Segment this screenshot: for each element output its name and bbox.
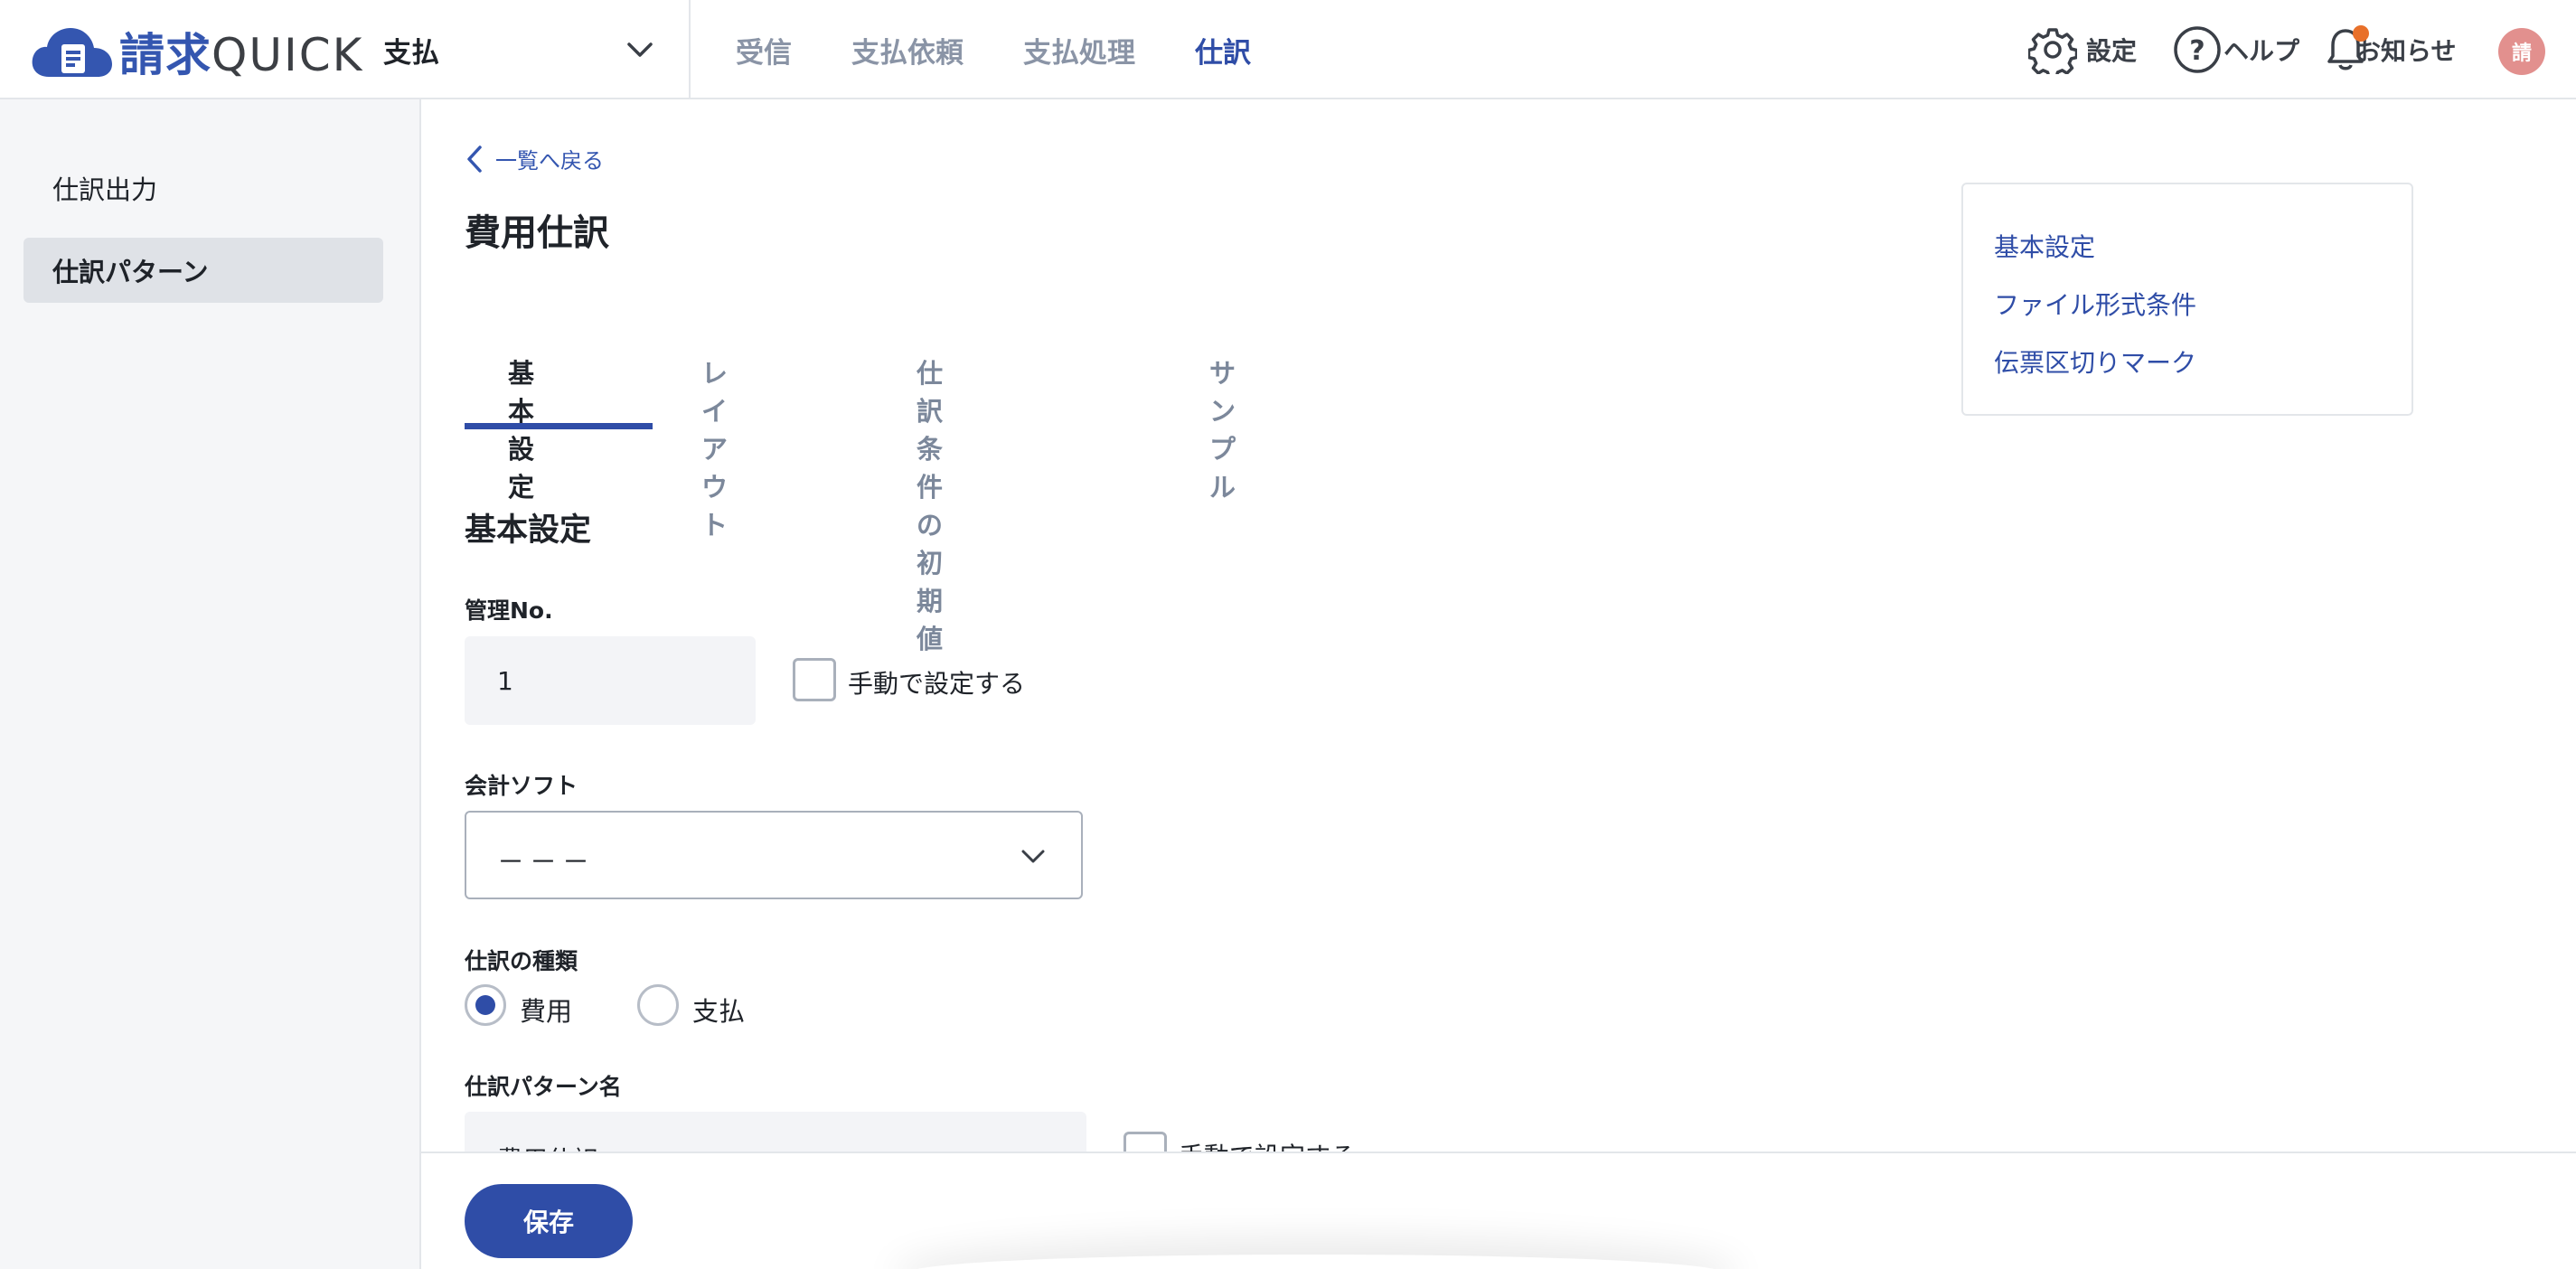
help-label: ヘルプ: [2223, 36, 2300, 66]
nav-item-journal[interactable]: 仕訳: [1195, 30, 1251, 70]
toc-item-slip-separator[interactable]: 伝票区切りマーク: [1994, 343, 2196, 380]
section-title: 基本設定: [465, 512, 592, 549]
notifications-link[interactable]: お知らせ: [2327, 0, 2456, 99]
management-no-input[interactable]: [465, 636, 756, 725]
sidebar: 仕訳出力 仕訳パターン: [0, 99, 421, 1269]
chevron-down-icon: [1021, 850, 1045, 863]
management-no-manual-label: 手動で設定する: [848, 669, 1026, 699]
account-switcher[interactable]: 支払: [383, 0, 691, 99]
notification-dot: [2353, 25, 2369, 42]
nav-item-received[interactable]: 受信: [736, 30, 792, 70]
tab-sample[interactable]: サンプル: [1209, 343, 1236, 503]
chevron-left-icon: [467, 145, 482, 173]
toc-item-basic-settings[interactable]: 基本設定: [1994, 228, 2095, 264]
active-tab-indicator: [465, 423, 653, 429]
nav-item-payment-request[interactable]: 支払依頼: [851, 30, 964, 70]
journal-type-radio-expense[interactable]: [465, 984, 506, 1026]
management-no-label: 管理No.: [465, 597, 553, 624]
sidebar-item-journal-output[interactable]: 仕訳出力: [24, 155, 383, 221]
help-circle-icon: ?: [2174, 26, 2221, 73]
top-header: 請求 QUICK 支払 受信 支払依頼 支払処理 仕訳 設定 ? ヘルプ お知ら…: [0, 0, 2576, 99]
app-logo[interactable]: 請求 QUICK: [29, 20, 363, 83]
journal-type-option-payment: 支払: [692, 996, 746, 1027]
sidebar-item-journal-pattern[interactable]: 仕訳パターン: [24, 238, 383, 303]
back-label: 一覧へ戻る: [495, 148, 604, 174]
notice-label: お知らせ: [2355, 36, 2457, 66]
back-link[interactable]: 一覧へ戻る: [463, 143, 604, 174]
account-label: 支払: [383, 36, 439, 70]
sidebar-item-label: 仕訳パターン: [52, 257, 209, 287]
journal-type-label: 仕訳の種類: [465, 948, 578, 974]
journal-type-radio-payment[interactable]: [637, 984, 679, 1026]
table-of-contents: 基本設定 ファイル形式条件 伝票区切りマーク: [1961, 183, 2413, 416]
main-nav: 受信 支払依頼 支払処理 仕訳: [691, 0, 1251, 99]
settings-link[interactable]: 設定: [2028, 0, 2137, 99]
tab-journal-defaults[interactable]: 仕訳条件の初期値: [917, 343, 943, 654]
sidebar-item-label: 仕訳出力: [52, 174, 158, 205]
logo-latin: QUICK: [212, 29, 364, 81]
accounting-software-value: －－－: [497, 847, 595, 879]
footer-shadow: [909, 1255, 1723, 1269]
accounting-software-label: 会計ソフト: [465, 773, 578, 799]
toc-item-file-format[interactable]: ファイル形式条件: [1994, 286, 2196, 322]
settings-label: 設定: [2086, 36, 2138, 66]
chevron-down-icon: [627, 42, 653, 57]
svg-text:?: ?: [2189, 35, 2205, 67]
help-link[interactable]: ? ヘルプ: [2173, 0, 2299, 99]
action-footer: 保存: [421, 1152, 2576, 1269]
cloud-logo-icon: [32, 28, 112, 77]
save-button[interactable]: 保存: [465, 1184, 633, 1258]
gear-icon: [2028, 28, 2077, 74]
management-no-manual-checkbox[interactable]: [793, 658, 836, 701]
tab-layout[interactable]: レイアウト: [701, 343, 728, 540]
accounting-software-select[interactable]: －－－: [465, 811, 1083, 899]
page-title: 費用仕訳: [465, 212, 609, 254]
pattern-name-label: 仕訳パターン名: [465, 1074, 622, 1100]
journal-type-option-expense: 費用: [520, 996, 573, 1027]
avatar[interactable]: 請: [2498, 28, 2545, 75]
nav-item-payment-processing[interactable]: 支払処理: [1023, 30, 1135, 70]
tab-basic-settings[interactable]: 基本設定: [508, 343, 534, 503]
logo-kanji: 請求: [119, 29, 212, 81]
